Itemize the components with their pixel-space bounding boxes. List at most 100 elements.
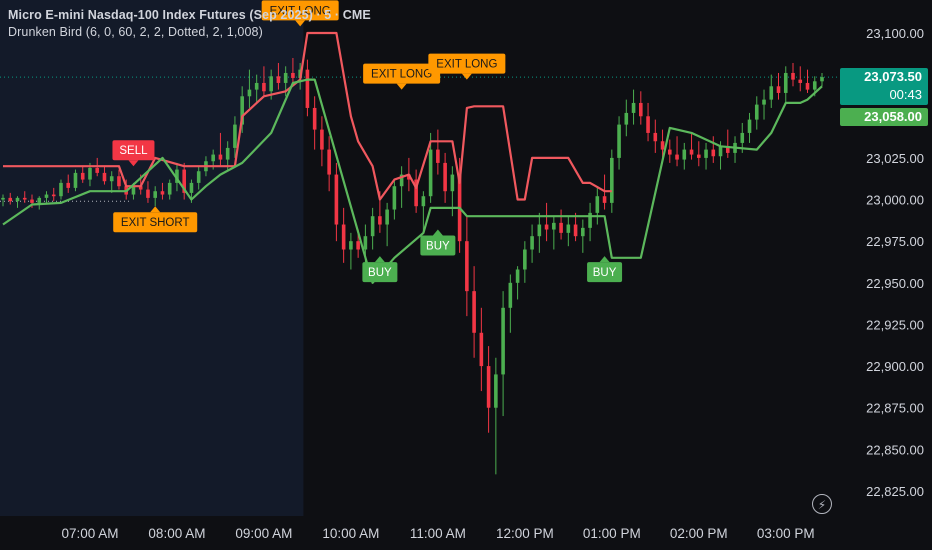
- candle-body: [80, 172, 85, 180]
- candle-body: [95, 167, 100, 173]
- candle-body: [798, 79, 803, 83]
- candle-body: [233, 124, 237, 148]
- signal-label-text: BUY: [426, 241, 450, 253]
- signal-label-text: BUY: [593, 267, 617, 279]
- candle-body: [552, 222, 556, 230]
- candle-body: [131, 186, 136, 195]
- candle-body: [791, 72, 795, 80]
- candle-body: [276, 76, 281, 83]
- y-tick-label: 22,875.00: [866, 401, 924, 416]
- pre-market-session-shade: [0, 0, 304, 516]
- candle-body: [762, 99, 766, 105]
- candle-body: [73, 172, 78, 188]
- candle-body: [283, 72, 288, 83]
- candle-body: [291, 72, 295, 78]
- candle-body: [602, 196, 607, 203]
- last-price-tag: 23,073.50 00:43: [840, 68, 928, 105]
- x-tick-label: 02:00 PM: [670, 526, 728, 541]
- candle-body: [610, 157, 614, 203]
- y-tick-label: 22,950.00: [866, 276, 924, 291]
- signal-label-text: EXIT SHORT: [121, 217, 190, 229]
- x-tick-label: 10:00 AM: [322, 526, 379, 541]
- candle-body: [392, 186, 397, 210]
- candle-body: [51, 194, 56, 197]
- candle-body: [22, 197, 27, 200]
- signal-label-text: EXIT LONG: [436, 59, 497, 71]
- candle-body: [515, 269, 520, 283]
- chart-title: Micro E-mini Nasdaq-100 Index Futures (S…: [8, 8, 371, 22]
- candle-body: [370, 216, 375, 237]
- candle-body: [704, 149, 708, 158]
- candle-body: [667, 149, 672, 155]
- candle-body: [537, 224, 542, 237]
- candle-body: [581, 227, 585, 237]
- candle-body: [820, 77, 824, 82]
- candle-body: [559, 222, 563, 233]
- candle-body: [334, 174, 339, 225]
- candle-body: [356, 241, 360, 250]
- candle-body: [44, 194, 49, 198]
- candle-body: [646, 116, 650, 133]
- candle-body: [530, 236, 534, 250]
- candle-body: [660, 141, 665, 150]
- price-chart[interactable]: SELLEXIT SHORTEXIT LONGEXIT LONGEXIT LON…: [0, 0, 932, 550]
- candle-body: [341, 224, 346, 250]
- lightning-icon[interactable]: ⚡︎: [812, 494, 832, 514]
- candle-body: [305, 69, 310, 108]
- candle-body: [109, 176, 114, 182]
- candle-body: [443, 162, 447, 192]
- candle-body: [269, 76, 273, 92]
- candle-body: [66, 182, 71, 188]
- candle-body: [428, 149, 433, 197]
- candle-body: [573, 224, 578, 237]
- candle-body: [595, 196, 600, 213]
- candle-body: [167, 182, 172, 195]
- y-tick-label: 23,100.00: [866, 26, 924, 41]
- candle-body: [146, 189, 150, 198]
- x-tick-label: 08:00 AM: [148, 526, 205, 541]
- candle-body: [320, 129, 324, 150]
- candle-body: [247, 89, 252, 97]
- candle-body: [117, 176, 121, 187]
- indicator-legend[interactable]: Drunken Bird (6, 0, 60, 2, 2, Dotted, 2,…: [8, 25, 263, 39]
- candle-body: [639, 102, 643, 117]
- y-tick-label: 23,000.00: [866, 193, 924, 208]
- candle-body: [102, 172, 107, 182]
- candle-body: [327, 149, 331, 175]
- candle-body: [450, 174, 455, 192]
- signal-label-text: BUY: [368, 267, 392, 279]
- bar-countdown: 00:43: [889, 87, 922, 102]
- y-tick-label: 22,900.00: [866, 359, 924, 374]
- candle-body: [675, 154, 679, 160]
- candle-body: [617, 124, 621, 158]
- x-tick-label: 03:00 PM: [757, 526, 815, 541]
- candle-body: [349, 241, 353, 250]
- candle-body: [211, 154, 215, 162]
- candle-body: [479, 332, 484, 367]
- candle-body: [754, 104, 759, 120]
- x-tick-label: 09:00 AM: [235, 526, 292, 541]
- candle-body: [30, 199, 34, 203]
- x-tick-label: 11:00 AM: [410, 526, 466, 541]
- candle-body: [508, 282, 513, 308]
- candle-body: [711, 149, 716, 157]
- candle-body: [8, 197, 13, 202]
- candle-body: [363, 236, 368, 250]
- x-tick-label: 07:00 AM: [61, 526, 118, 541]
- candle-body: [421, 196, 426, 207]
- y-tick-label: 22,975.00: [866, 234, 924, 249]
- candle-body: [769, 86, 774, 100]
- candle-body: [696, 154, 701, 158]
- candle-body: [59, 182, 63, 197]
- y-tick-label: 22,850.00: [866, 442, 924, 457]
- candle-body: [718, 146, 723, 157]
- signal-label-text: SELL: [119, 145, 148, 157]
- candle-body: [189, 182, 194, 193]
- candle-body: [566, 224, 571, 233]
- candle-body: [472, 291, 476, 333]
- lower-line-price-tag: 23,058.00: [840, 108, 928, 126]
- y-tick-label: 22,825.00: [866, 484, 924, 499]
- x-tick-label: 01:00 PM: [583, 526, 641, 541]
- last-price-value: 23,073.50: [864, 69, 922, 84]
- candle-body: [378, 216, 382, 225]
